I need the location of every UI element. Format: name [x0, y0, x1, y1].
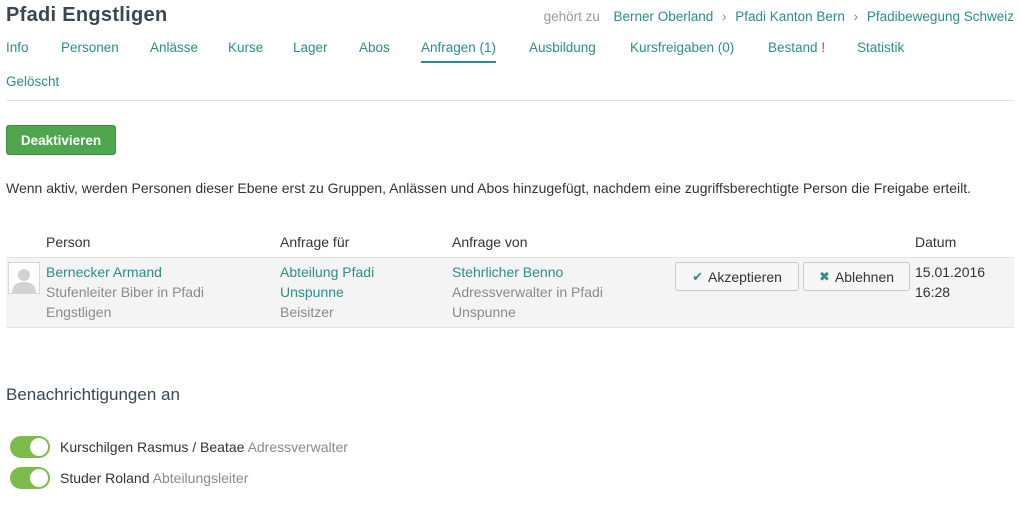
notification-role: Abteilungsleiter [152, 470, 249, 486]
person-cell: Bernecker Armand Stufenleiter Biber in P… [46, 262, 204, 322]
info-text: Wenn aktiv, werden Personen dieser Ebene… [6, 180, 972, 196]
notification-item: Studer Roland Abteilungsleiter [60, 470, 248, 486]
notifications-heading: Benachrichtigungen an [6, 385, 180, 404]
tab-kursfreigaben[interactable]: Kursfreigaben (0) [630, 40, 734, 55]
request-by-cell: Stehrlicher Benno Adressverwalter in Pfa… [452, 262, 603, 322]
accept-button[interactable]: ✔ Akzeptieren [675, 262, 799, 291]
breadcrumb-prefix: gehört zu [543, 9, 600, 24]
request-date: 15.01.2016 [915, 264, 986, 280]
tab-lager[interactable]: Lager [293, 40, 328, 55]
tab-statistik[interactable]: Statistik [857, 40, 904, 55]
reject-label: Ablehnen [834, 268, 895, 285]
toggle-knob [30, 438, 48, 456]
notification-toggle[interactable] [10, 436, 50, 458]
request-by-role: Adressverwalter in Pfadi [452, 284, 603, 300]
close-icon: ✖ [818, 268, 830, 284]
notification-item: Kurschilgen Rasmus / Beatae Adressverwal… [60, 439, 348, 455]
request-by-role-group: Unspunne [452, 304, 516, 320]
breadcrumb: gehört zu Berner Oberland › Pfadi Kanton… [544, 9, 1014, 24]
tab-divider [6, 100, 1014, 101]
breadcrumb-link-berner-oberland[interactable]: Berner Oberland [613, 9, 713, 24]
request-for-role: Beisitzer [280, 304, 334, 320]
notification-role: Adressverwalter [247, 439, 348, 455]
person-role: Stufenleiter Biber in Pfadi [46, 284, 204, 300]
tab-abos[interactable]: Abos [359, 40, 390, 55]
request-for-group-link[interactable]: Abteilung Pfadi [280, 264, 374, 280]
toggle-knob [30, 469, 48, 487]
breadcrumb-link-pfadibewegung-schweiz[interactable]: Pfadibewegung Schweiz [867, 9, 1014, 24]
tab-anfragen[interactable]: Anfragen (1) [421, 40, 497, 63]
column-header-date: Datum [915, 234, 957, 250]
breadcrumb-link-pfadi-kanton-bern[interactable]: Pfadi Kanton Bern [735, 9, 845, 24]
page-title: Pfadi Engstligen [6, 4, 168, 26]
request-for-group-link-cont[interactable]: Unspunne [280, 284, 344, 300]
tab-ausbildung[interactable]: Ausbildung [529, 40, 596, 55]
chevron-right-icon: › [722, 9, 727, 24]
tab-bestand-label: Bestand [768, 40, 818, 55]
tab-anlaesse[interactable]: Anlässe [150, 40, 198, 55]
column-header-request-for: Anfrage für [280, 234, 350, 250]
tab-kurse[interactable]: Kurse [228, 40, 263, 55]
tab-bestand[interactable]: Bestand ! [768, 40, 825, 55]
notification-toggle[interactable] [10, 467, 50, 489]
tab-info[interactable]: Info [6, 40, 29, 55]
column-header-person: Person [46, 234, 91, 250]
request-time: 16:28 [915, 284, 951, 300]
person-placeholder-icon [9, 263, 39, 293]
chevron-right-icon: › [853, 9, 859, 24]
alert-icon: ! [821, 40, 826, 55]
tab-geloescht[interactable]: Gelöscht [6, 74, 59, 89]
check-icon: ✔ [692, 268, 703, 284]
notification-name: Kurschilgen Rasmus / Beatae [60, 439, 245, 455]
column-header-request-by: Anfrage von [452, 234, 528, 250]
person-name-link[interactable]: Bernecker Armand [46, 264, 162, 280]
avatar [8, 262, 40, 294]
request-for-cell: Abteilung Pfadi Unspunne Beisitzer [280, 262, 374, 322]
reject-button[interactable]: ✖ Ablehnen [803, 262, 910, 291]
person-role-group: Engstligen [46, 304, 112, 320]
date-cell: 15.01.2016 16:28 [915, 262, 985, 302]
accept-label: Akzeptieren [707, 268, 782, 285]
request-by-name-link[interactable]: Stehrlicher Benno [452, 264, 563, 280]
deactivate-button[interactable]: Deaktivieren [6, 125, 116, 155]
notification-name: Studer Roland [60, 470, 150, 486]
tab-personen[interactable]: Personen [61, 40, 119, 55]
